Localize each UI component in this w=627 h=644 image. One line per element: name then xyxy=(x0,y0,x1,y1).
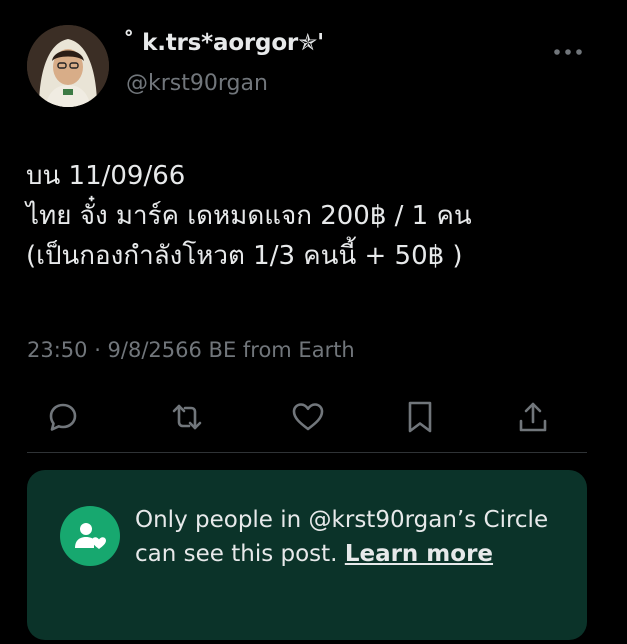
author-display-name[interactable]: ˚ k.trs*aorgor✯' xyxy=(123,30,324,56)
more-options-icon xyxy=(553,41,583,60)
heart-icon xyxy=(291,401,325,437)
bookmark-button[interactable] xyxy=(397,396,443,442)
circle-notice: Only people in @krst90rgan’s Circle can … xyxy=(27,470,587,640)
author-handle[interactable]: @krst90rgan xyxy=(126,71,268,96)
avatar[interactable] xyxy=(27,25,109,107)
tweet-action-bar xyxy=(40,396,580,442)
circle-notice-text: Only people in @krst90rgan’s Circle can … xyxy=(135,503,555,571)
tweet-timestamp[interactable]: 23:50 · 9/8/2566 BE from Earth xyxy=(27,338,355,362)
divider xyxy=(27,452,587,453)
like-button[interactable] xyxy=(285,396,331,442)
repost-button[interactable] xyxy=(164,396,210,442)
tweet-text-line: ไทย จั๋ง มาร์ค เดหมดแจก 200฿ / 1 คน xyxy=(26,201,472,231)
reply-icon xyxy=(47,401,79,437)
more-options-button[interactable] xyxy=(549,36,587,64)
repost-icon xyxy=(171,401,203,437)
tweet-text-line: บน 11/09/66 xyxy=(26,161,186,191)
reply-button[interactable] xyxy=(40,396,86,442)
bookmark-icon xyxy=(406,400,434,438)
tweet-text-line: (เป็นกองกำลังโหวต 1/3 คนนี้ + 50฿ ) xyxy=(26,241,463,271)
share-button[interactable] xyxy=(510,396,556,442)
share-icon xyxy=(517,400,549,438)
learn-more-link[interactable]: Learn more xyxy=(345,541,493,567)
circle-people-heart-icon xyxy=(60,506,120,566)
tweet-text: บน 11/09/66 ไทย จั๋ง มาร์ค เดหมดแจก 200฿… xyxy=(26,156,606,276)
